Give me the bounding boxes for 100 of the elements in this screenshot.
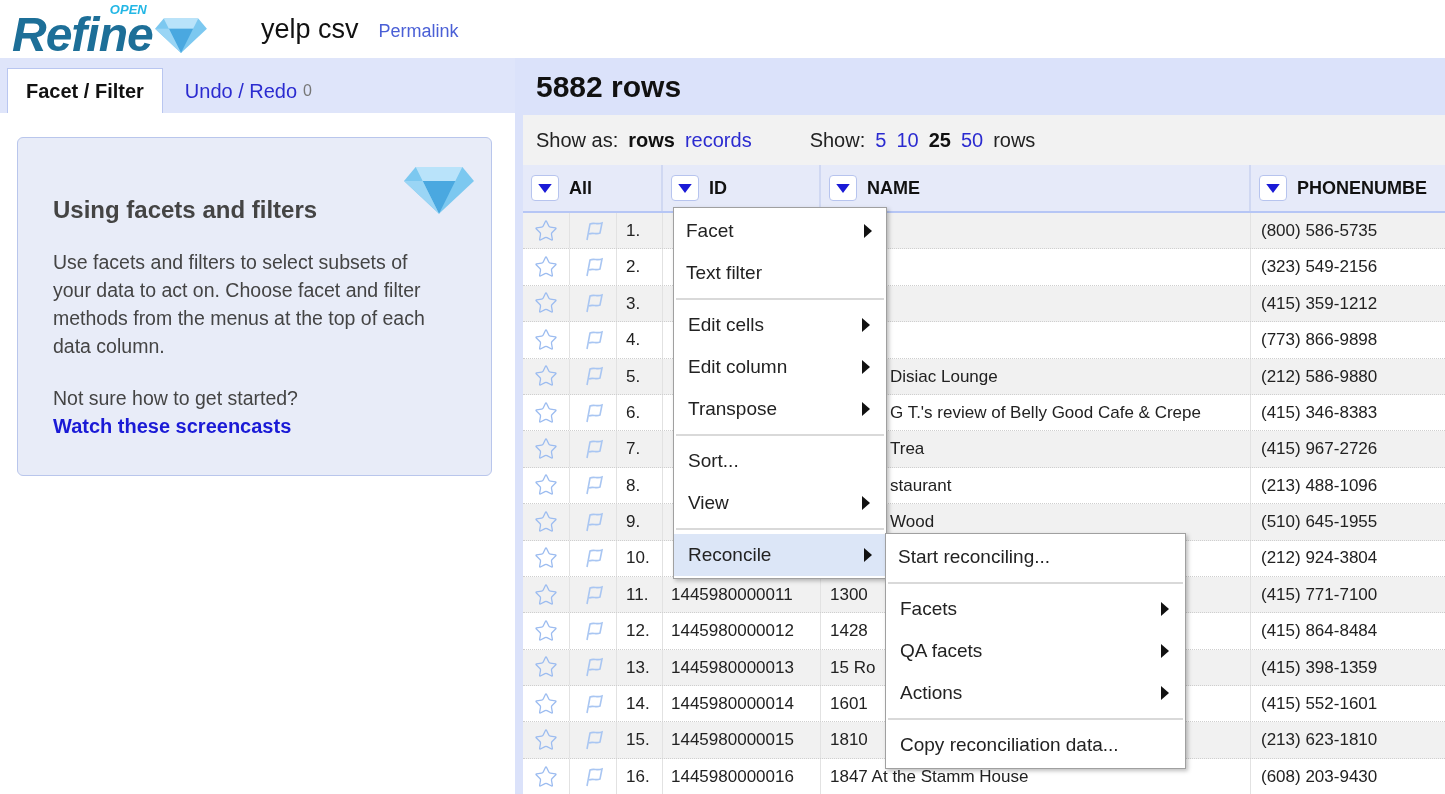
page-size-link[interactable]: 50 [960,125,984,155]
row-number: 9. [626,511,641,534]
submenu-arrow-icon [864,548,872,562]
row-number: 11. [626,583,649,606]
column-menu-button[interactable] [829,175,857,201]
column-title: All [569,176,592,200]
menu-item[interactable]: Facets [888,588,1183,630]
submenu-arrow-icon [862,318,870,332]
page-size-link[interactable]: 10 [896,125,919,155]
menu-item[interactable]: Reconcile [674,534,886,576]
star-icon[interactable] [534,255,558,280]
table-cell-text: (415) 771-7100 [1261,583,1378,606]
table-cell-text: 1810 [830,729,868,752]
star-icon[interactable] [534,546,558,571]
submenu-arrow-icon [862,402,870,416]
submenu-arrow-icon [862,360,870,374]
rows-label: rows [993,128,1036,153]
table-cell-text: Trea [890,438,925,461]
row-number: 7. [626,438,641,461]
logo-tag: OPEN [109,4,147,15]
menu-item[interactable]: Edit column [676,346,884,388]
row-number: 4. [626,329,641,352]
row-number: 14. [626,693,650,715]
menu-item[interactable]: Actions [888,672,1183,714]
star-icon[interactable] [534,400,558,425]
table-cell-text: (415) 552-1601 [1261,693,1378,715]
table-cell-text: Disiac Lounge [890,365,998,388]
show-label: Show: [809,128,866,153]
row-count: 5882 rows [536,69,682,105]
star-icon[interactable] [534,764,558,789]
view-mode-link[interactable]: records [684,125,752,155]
view-mode-link[interactable]: rows [628,125,675,155]
table-cell-text: Wood [890,511,935,534]
menu-item[interactable]: Copy reconciliation data... [888,724,1183,766]
star-icon[interactable] [534,437,558,462]
menu-item[interactable]: Text filter [674,252,886,294]
row-number: 1. [626,219,641,242]
row-number: 10. [626,547,650,570]
panel-tab[interactable]: Undo / Redo 0 [166,68,330,113]
table-cell-text: (415) 359-1212 [1261,292,1378,315]
row-number: 16. [626,765,650,788]
star-icon[interactable] [534,218,558,243]
column-menu-button[interactable] [1259,175,1287,201]
permalink-link[interactable]: Permalink [378,17,459,45]
row-number: 13. [626,656,650,679]
table-cell-text: (415) 864-8484 [1261,620,1378,643]
submenu-arrow-icon [1161,686,1169,700]
table-cell-text: (415) 346-8383 [1261,401,1378,424]
column-menu-button[interactable] [531,175,559,201]
row-number: 8. [626,474,641,497]
menu-item[interactable]: Transpose [676,388,884,430]
table-cell-text: 1445980000016 [671,765,794,788]
column-title: PHONENUMBE [1297,176,1427,200]
caret-icon [538,183,552,193]
column-menu-button[interactable] [671,175,699,201]
table-cell-text: 1601 [830,693,868,715]
project-title[interactable]: yelp csv [261,8,359,50]
caret-icon [836,183,850,193]
page-size-link[interactable]: 5 [875,125,887,155]
table-cell-text: (323) 549-2156 [1261,256,1378,279]
table-cell-text: G T.'s review of Belly Good Cafe & Crepe [890,401,1201,424]
column-title: NAME [867,176,920,200]
menu-item[interactable]: Start reconciling... [886,536,1185,578]
menu-item[interactable]: Edit cells [676,304,884,346]
menu-item[interactable]: QA facets [888,630,1183,672]
star-icon[interactable] [534,509,558,534]
star-icon[interactable] [534,327,558,352]
row-number: 2. [626,256,641,279]
table-cell-text: 15 Ro [830,656,876,679]
panel-tab[interactable]: Facet / Filter [7,68,163,113]
screencasts-link[interactable]: Watch these screencasts [53,412,292,440]
page-size-link[interactable]: 25 [928,125,951,155]
table-cell-text: 1445980000014 [671,693,794,715]
table-cell-text: 1445980000015 [671,729,794,752]
table-cell-text: (415) 967-2726 [1261,438,1378,461]
row-number: 3. [626,292,641,315]
submenu-arrow-icon [1161,602,1169,616]
menu-item[interactable]: Facet [674,210,886,252]
table-cell-text: 1445980000013 [671,656,794,679]
table-cell-text: (212) 924-3804 [1261,547,1378,570]
star-icon[interactable] [534,582,558,607]
table-cell-text: (773) 866-9898 [1261,329,1378,352]
star-icon[interactable] [534,655,558,680]
menu-item[interactable]: View [676,482,884,524]
star-icon[interactable] [534,364,558,389]
submenu-arrow-icon [862,496,870,510]
star-icon[interactable] [534,619,558,643]
star-icon[interactable] [534,728,558,753]
table-cell-text: 1300 [830,583,868,606]
table-cell-text: staurant [890,474,952,497]
table-cell-text: (510) 645-1955 [1261,511,1378,534]
row-number: 6. [626,401,641,424]
menu-item[interactable]: Sort... [676,440,884,482]
table-cell-text: (213) 623-1810 [1261,729,1378,752]
help-text: Use facets and filters to select subsets of your data to act on. Choose facet and filter methods from the menus at the top of each data column. [53,250,426,359]
star-icon[interactable] [534,291,558,316]
star-icon[interactable] [534,473,558,498]
table-cell-text: 1445980000012 [671,620,794,643]
star-icon[interactable] [534,691,558,716]
table-cell-text: (213) 488-1096 [1261,474,1378,497]
